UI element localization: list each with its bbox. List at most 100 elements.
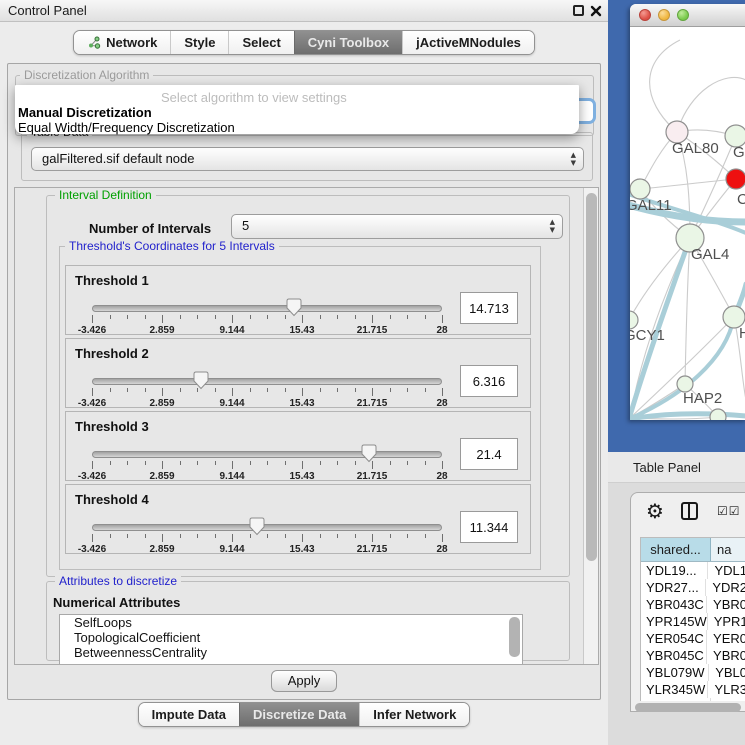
column-header-name[interactable]: na [711, 538, 745, 561]
table-row[interactable]: YPR145WYPR1 [641, 613, 745, 630]
tick-mark [162, 461, 163, 469]
number-of-intervals-value: 5 [242, 215, 249, 237]
tab-style[interactable]: Style [170, 31, 228, 54]
algorithm-dropdown-popup: Select algorithm to view settings Manual… [15, 85, 579, 134]
attribute-item-betweennesscentrality[interactable]: BetweennessCentrality [60, 645, 522, 660]
tick-label: -3.426 [78, 398, 106, 409]
close-button[interactable] [639, 9, 651, 21]
threshold-value-field[interactable]: 11.344 [460, 511, 518, 543]
tab-discretize-data[interactable]: Discretize Data [239, 703, 359, 726]
right-column: GAL80GCGAL11GAL4GCY1HHAP2 Table Panel ⚙ … [608, 0, 745, 745]
tick-mark [127, 534, 128, 538]
network-canvas[interactable]: GAL80GCGAL11GAL4GCY1HHAP2 [630, 28, 745, 420]
tick-mark [232, 388, 233, 396]
numerical-attributes-list[interactable]: SelfLoopsTopologicalCoefficientBetweenne… [59, 614, 523, 665]
tick-mark [110, 388, 111, 392]
tick-mark [372, 461, 373, 469]
attribute-item-topologicalcoefficient[interactable]: TopologicalCoefficient [60, 630, 522, 645]
tick-label: 21.715 [357, 398, 388, 409]
slider-track[interactable] [92, 305, 442, 312]
tick-label: 9.144 [219, 471, 244, 482]
threshold-slider[interactable]: -3.4262.8599.14415.4321.71528 [92, 375, 442, 409]
vertical-scrollbar[interactable] [583, 188, 598, 664]
number-of-intervals-combobox[interactable]: 5 ▲▼ [231, 214, 563, 239]
cell-shared-name: YIL052C [641, 698, 711, 701]
table-data-combobox[interactable]: galFiltered.sif default node ▲▼ [31, 147, 584, 171]
tick-mark [250, 534, 251, 538]
numerical-attributes-label: Numerical Attributes [53, 595, 180, 610]
close-icon[interactable] [590, 4, 602, 16]
tick-mark [407, 388, 408, 392]
cell-name: YER0 [707, 630, 745, 647]
table-row[interactable]: YER054CYER0 [641, 630, 745, 647]
tick-mark [110, 461, 111, 465]
split-view-icon[interactable] [681, 502, 698, 520]
table-row[interactable]: YBL079WYBL0 [641, 664, 745, 681]
tick-label: 9.144 [219, 544, 244, 555]
tick-mark [355, 315, 356, 319]
tab-label: Infer Network [373, 707, 456, 722]
tab-network[interactable]: Network [74, 31, 170, 54]
settings-gear-icon[interactable]: ⚙ [646, 499, 664, 523]
tick-mark [127, 461, 128, 465]
slider-track[interactable] [92, 524, 442, 531]
tick-mark [250, 461, 251, 465]
horizontal-scrollbar[interactable] [635, 703, 741, 712]
network-node-c[interactable] [726, 169, 745, 189]
tick-mark [92, 388, 93, 396]
threshold-slider[interactable]: -3.4262.8599.14415.4321.71528 [92, 448, 442, 482]
table-row[interactable]: YDR27...YDR2 [641, 579, 745, 596]
tick-mark [372, 388, 373, 396]
slider-track[interactable] [92, 378, 442, 385]
tab-cyni-toolbox[interactable]: Cyni Toolbox [294, 31, 402, 54]
table-toolbar: ⚙ ☑☑ [631, 493, 745, 533]
minimize-button[interactable] [658, 9, 670, 21]
table-row[interactable]: YIL052CYIL0 [641, 698, 745, 701]
tab-label: Select [242, 35, 280, 50]
tab-infer-network[interactable]: Infer Network [359, 703, 469, 726]
threshold-value-field[interactable]: 21.4 [460, 438, 518, 470]
tick-mark [215, 534, 216, 538]
tab-impute-data[interactable]: Impute Data [139, 703, 239, 726]
table-row[interactable]: YLR345WYLR3 [641, 681, 745, 698]
cell-shared-name: YLR345W [641, 681, 708, 698]
threshold-value-field[interactable]: 6.316 [460, 365, 518, 397]
column-checkboxes-icon[interactable]: ☑☑ [717, 504, 741, 518]
threshold-value-field[interactable]: 14.713 [460, 292, 518, 324]
cell-name: YDL1 [708, 562, 745, 579]
option-equal-width-frequency[interactable]: Equal Width/Frequency Discretization [18, 120, 235, 135]
table-row[interactable]: YBR045CYBR0 [641, 647, 745, 664]
tick-mark [110, 315, 111, 319]
network-node-gal11[interactable] [630, 179, 650, 199]
table-row[interactable]: YBR043CYBR0 [641, 596, 745, 613]
node-label: GCY1 [630, 327, 665, 344]
tick-label: -3.426 [78, 471, 106, 482]
apply-button[interactable]: Apply [271, 670, 337, 692]
tick-mark [442, 534, 443, 542]
tick-mark [215, 315, 216, 319]
threshold-slider[interactable]: -3.4262.8599.14415.4321.71528 [92, 521, 442, 555]
cyni-bottom-tabbar: Impute DataDiscretize Data Infer Network [0, 702, 608, 727]
float-window-icon[interactable] [573, 5, 584, 16]
network-node[interactable] [710, 409, 726, 420]
slider-ticks [92, 534, 442, 543]
table-row[interactable]: YDL19...YDL1 [641, 562, 745, 579]
tick-mark [197, 461, 198, 465]
tab-select[interactable]: Select [228, 31, 293, 54]
attribute-item-selfloops[interactable]: SelfLoops [60, 615, 522, 630]
tick-mark [320, 534, 321, 538]
threshold-slider[interactable]: -3.4262.8599.14415.4321.71528 [92, 302, 442, 336]
cell-shared-name: YBR043C [641, 596, 707, 613]
column-header-shared-name[interactable]: shared... [641, 538, 711, 561]
slider-track[interactable] [92, 451, 442, 458]
option-manual-discretization[interactable]: Manual Discretization [18, 105, 152, 120]
tick-label: 21.715 [357, 471, 388, 482]
tick-mark [162, 388, 163, 396]
tab-jactivemnodules[interactable]: jActiveMNodules [402, 31, 534, 54]
zoom-button[interactable] [677, 9, 689, 21]
list-scrollbar[interactable] [509, 617, 520, 657]
cell-name: YLR3 [708, 681, 745, 698]
scrollbar-thumb[interactable] [586, 193, 597, 561]
cell-shared-name: YBR045C [641, 647, 707, 664]
tick-mark [267, 388, 268, 392]
